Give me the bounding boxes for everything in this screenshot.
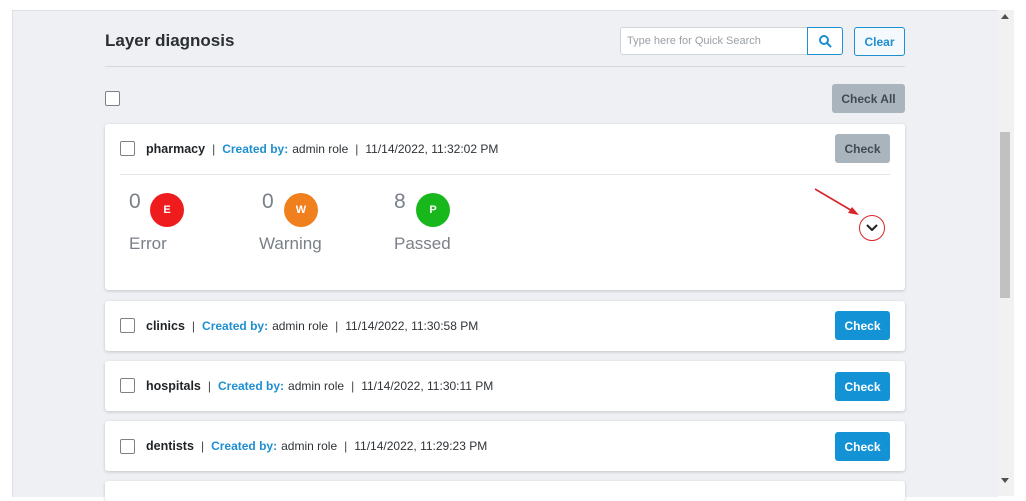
search-button[interactable] <box>807 27 843 55</box>
layer-card-dentists: dentists | Created by: admin role | 11/1… <box>105 421 905 471</box>
warning-label: Warning <box>259 234 322 253</box>
layer-checkbox[interactable] <box>120 318 135 333</box>
layer-name: dentists <box>146 439 194 453</box>
check-button[interactable]: Check <box>835 432 890 461</box>
quick-search-input[interactable] <box>620 27 808 55</box>
created-by-value: admin role <box>272 319 329 333</box>
layer-checkbox[interactable] <box>120 141 135 156</box>
separator: | <box>355 142 359 156</box>
layer-checkbox[interactable] <box>120 378 135 393</box>
separator: | <box>212 142 216 156</box>
error-label: Error <box>129 234 167 253</box>
created-by-value: admin role <box>292 142 349 156</box>
separator: | <box>335 319 339 333</box>
select-all-checkbox[interactable] <box>105 91 120 106</box>
layer-card-hospitals: hospitals | Created by: admin role | 11/… <box>105 361 905 411</box>
search-icon <box>819 35 832 48</box>
clear-button[interactable]: Clear <box>854 27 905 56</box>
passed-label: Passed <box>394 234 451 253</box>
timestamp: 11/14/2022, 11:29:23 PM <box>354 439 488 453</box>
created-by-value: admin role <box>288 379 345 393</box>
vertical-scrollbar[interactable] <box>997 10 1014 496</box>
layer-name: clinics <box>146 319 185 333</box>
layer-info: pharmacy | Created by: admin role | 11/1… <box>146 124 498 174</box>
created-by-label: Created by: <box>202 319 269 333</box>
timestamp: 11/14/2022, 11:30:11 PM <box>361 379 494 393</box>
annotation-arrow-icon <box>814 188 859 215</box>
passed-badge: P <box>416 193 450 227</box>
separator: | <box>344 439 348 453</box>
passed-count: 8 <box>394 190 406 213</box>
separator: | <box>200 439 205 453</box>
check-button[interactable]: Check <box>835 134 890 163</box>
error-count: 0 <box>129 190 141 213</box>
warning-count: 0 <box>262 190 274 213</box>
check-button[interactable]: Check <box>835 372 890 401</box>
warning-badge: W <box>284 193 318 227</box>
layer-name: pharmacy <box>146 142 206 156</box>
layer-card-partial <box>105 481 905 501</box>
chevron-down-icon <box>866 224 878 231</box>
layer-info: dentists | Created by: admin role | 11/1… <box>146 421 487 471</box>
layer-card-pharmacy: pharmacy | Created by: admin role | 11/1… <box>105 124 905 290</box>
timestamp: 11/14/2022, 11:30:58 PM <box>345 319 479 333</box>
layer-checkbox[interactable] <box>120 439 135 454</box>
header-divider <box>105 66 905 67</box>
page-title: Layer diagnosis <box>105 31 235 50</box>
card-divider <box>120 174 890 175</box>
layer-info: hospitals | Created by: admin role | 11/… <box>146 361 493 411</box>
created-by-label: Created by: <box>218 379 285 393</box>
separator: | <box>207 379 211 393</box>
layer-info: clinics | Created by: admin role | 11/14… <box>146 301 478 351</box>
error-badge: E <box>150 193 184 227</box>
created-by-label: Created by: <box>222 142 289 156</box>
layer-row: pharmacy | Created by: admin role | 11/1… <box>105 124 905 174</box>
separator: | <box>351 379 355 393</box>
scrollbar-thumb[interactable] <box>1000 132 1010 298</box>
check-all-button[interactable]: Check All <box>832 84 905 113</box>
separator: | <box>191 319 196 333</box>
layer-name: hospitals <box>146 379 201 393</box>
scroll-down-arrow-icon[interactable] <box>1001 478 1009 483</box>
check-button[interactable]: Check <box>835 311 890 340</box>
created-by-value: admin role <box>281 439 338 453</box>
timestamp: 11/14/2022, 11:32:02 PM <box>365 142 499 156</box>
layer-card-clinics: clinics | Created by: admin role | 11/14… <box>105 301 905 351</box>
scroll-up-arrow-icon[interactable] <box>1001 14 1009 19</box>
created-by-label: Created by: <box>211 439 278 453</box>
